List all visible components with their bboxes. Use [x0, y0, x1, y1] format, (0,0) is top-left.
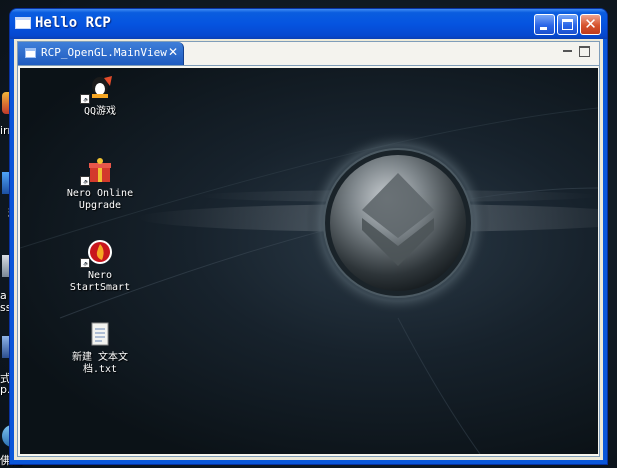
view-tab-strip: RCP_OpenGL.MainView ✕ — [18, 42, 599, 66]
shortcut-arrow-icon: ↗ — [80, 94, 90, 104]
close-icon: ✕ — [584, 15, 597, 33]
icon-label: Nero Online — [66, 188, 134, 199]
main-view: RCP_OpenGL.MainView ✕ ↗ QQ游戏 ↗ Nero Onli… — [17, 41, 600, 457]
desktop-icon-qq-game[interactable]: ↗ QQ游戏 — [60, 74, 140, 118]
icon-label: Nero — [87, 270, 113, 281]
desktop-icon-nero-online-upgrade[interactable]: ↗ Nero Online Upgrade — [60, 156, 140, 212]
window-title: Hello RCP — [35, 15, 111, 31]
shortcut-arrow-icon: ↗ — [80, 176, 90, 186]
gift-box-icon — [89, 158, 111, 182]
desktop-icon-nero-startsmart[interactable]: ↗ Nero StartSmart — [60, 238, 140, 294]
window-app-icon[interactable] — [15, 17, 31, 29]
icon-label: QQ游戏 — [83, 106, 117, 117]
minimize-button[interactable] — [534, 14, 555, 35]
icon-label: 新建 文本文 — [71, 352, 129, 363]
view-minimize-icon[interactable] — [563, 50, 572, 52]
shortcut-arrow-icon: ↗ — [80, 258, 90, 268]
title-bar[interactable]: Hello RCP ✕ — [10, 9, 607, 39]
close-button[interactable]: ✕ — [580, 14, 601, 35]
maximize-icon — [562, 19, 573, 30]
icon-label: Upgrade — [78, 200, 122, 211]
nero-startsmart-icon: ↗ — [80, 238, 114, 268]
notepad-icon — [91, 322, 109, 346]
desktop-icon-new-text-file[interactable]: 新建 文本文 档.txt — [60, 320, 140, 376]
view-maximize-icon[interactable] — [579, 46, 590, 57]
nero-flame-icon — [88, 240, 112, 264]
tab-main-view[interactable]: RCP_OpenGL.MainView ✕ — [18, 42, 184, 65]
view-icon — [25, 48, 36, 58]
text-file-icon — [86, 320, 114, 348]
minimize-icon — [540, 27, 547, 30]
icon-label: 档.txt — [82, 364, 118, 375]
window-client: RCP_OpenGL.MainView ✕ ↗ QQ游戏 ↗ Nero Onli… — [14, 39, 603, 460]
opengl-canvas[interactable]: ↗ QQ游戏 ↗ Nero Online Upgrade ↗ Nero Star… — [20, 68, 598, 454]
maximize-button[interactable] — [557, 14, 578, 35]
nero-upgrade-icon: ↗ — [80, 156, 114, 186]
tab-label: RCP_OpenGL.MainView — [41, 46, 167, 59]
qq-game-icon: ↗ — [80, 74, 114, 104]
icon-label: StartSmart — [69, 282, 131, 293]
qq-penguin-icon — [92, 76, 112, 98]
tab-close-icon[interactable]: ✕ — [168, 45, 178, 59]
app-window: Hello RCP ✕ RCP_OpenGL.MainView ✕ ↗ QQ游戏… — [10, 9, 607, 464]
